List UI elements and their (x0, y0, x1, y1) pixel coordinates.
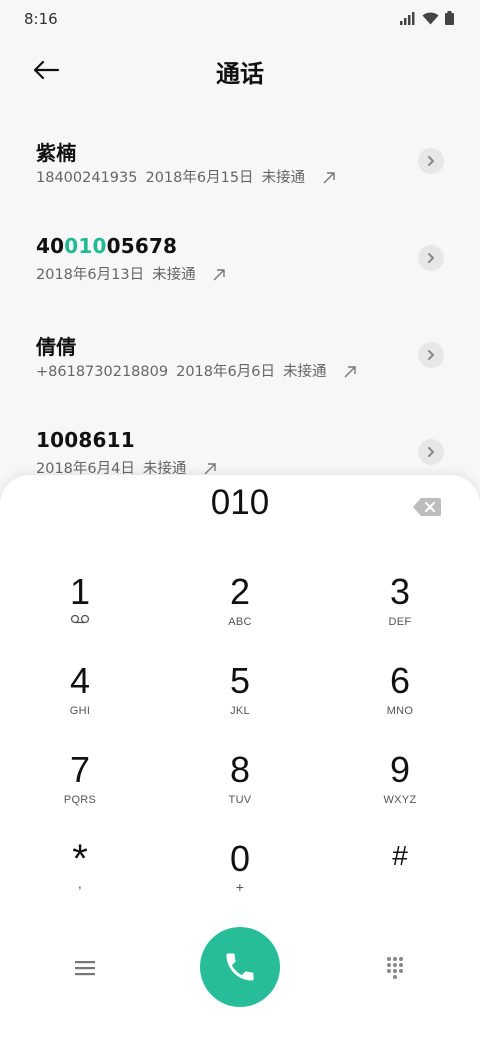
chevron-right-icon (428, 447, 434, 457)
backspace-button[interactable] (412, 496, 442, 518)
key-letters: + (235, 879, 245, 895)
key-letters: TUV (228, 794, 252, 806)
key-star[interactable]: * , (20, 839, 140, 925)
phone-number: +8618730218809 (36, 364, 169, 380)
call-meta: 2018年6月13日 未接通 (36, 263, 226, 284)
key-letters: DEF (388, 616, 412, 628)
key-digit: 8 (229, 749, 251, 790)
header: 通话 (0, 44, 480, 98)
chevron-right-icon (428, 156, 434, 166)
key-letters: WXYZ (383, 794, 417, 806)
key-5[interactable]: 5 JKL (180, 661, 300, 747)
call-status: 未接通 (261, 170, 306, 186)
call-date: 2018年6月15日 (145, 170, 254, 186)
call-detail-button[interactable] (418, 245, 444, 271)
chevron-right-icon (428, 350, 434, 360)
dialed-number-display: 010 (210, 483, 270, 522)
number-match-highlight: 010 (64, 234, 107, 258)
call-list-item[interactable]: 倩倩 +8618730218809 2018年6月6日 未接通 (0, 312, 480, 409)
key-7[interactable]: 7 PQRS (20, 750, 140, 836)
signal-icon (400, 11, 415, 25)
voicemail-icon (70, 614, 90, 624)
page-title: 通话 (216, 60, 264, 88)
call-status: 未接通 (152, 267, 196, 283)
contact-name: 1008611 (36, 428, 135, 452)
key-digit: 7 (69, 749, 91, 790)
key-0[interactable]: 0 + (180, 839, 300, 925)
backspace-icon (413, 498, 441, 516)
key-digit: 3 (389, 571, 411, 612)
chevron-right-icon (428, 253, 434, 263)
key-letters: GHI (69, 705, 91, 717)
key-9[interactable]: 9 WXYZ (340, 750, 460, 836)
contact-name: 4001005678 (36, 234, 177, 258)
contact-name: 紫楠 (36, 141, 77, 165)
key-digit: 6 (389, 660, 411, 701)
call-button[interactable] (200, 927, 280, 1007)
phone-number: 18400241935 (36, 170, 138, 186)
number-prefix: 40 (36, 234, 65, 258)
status-time: 8:16 (24, 10, 58, 28)
key-digit: 1 (69, 571, 91, 612)
call-detail-button[interactable] (418, 342, 444, 368)
key-2[interactable]: 2 ABC (180, 572, 300, 658)
status-icons (400, 11, 454, 25)
call-list-item[interactable]: 紫楠 18400241935 2018年6月15日 未接通 (0, 118, 480, 215)
battery-icon (445, 11, 454, 25)
number-suffix: 05678 (106, 234, 178, 258)
key-digit: * (72, 837, 88, 881)
outgoing-arrow-icon (213, 269, 225, 281)
keypad-icon (387, 957, 403, 979)
phone-icon (226, 953, 254, 981)
dialpad-panel: 010 1 2 ABC 3 DEF 4 GHI 5 JKL 6 MNO 7 PQ… (0, 475, 480, 1040)
call-list: 紫楠 18400241935 2018年6月15日 未接通 4001005678 2… (0, 118, 480, 506)
menu-icon (75, 961, 95, 976)
call-meta: +8618730218809 2018年6月6日 未接通 (36, 360, 357, 381)
key-digit: 5 (229, 660, 251, 701)
dialer-bottom-bar (0, 927, 480, 1007)
key-letters: PQRS (63, 794, 97, 806)
call-detail-button[interactable] (418, 439, 444, 465)
wifi-icon (422, 11, 439, 24)
key-6[interactable]: 6 MNO (340, 661, 460, 747)
contact-name: 倩倩 (36, 335, 77, 359)
key-digit: 2 (229, 571, 251, 612)
key-letters: MNO (386, 705, 414, 717)
outgoing-arrow-icon (204, 463, 216, 475)
menu-button[interactable] (70, 953, 100, 983)
key-letters: , (77, 875, 83, 891)
key-digit: 9 (389, 749, 411, 790)
key-8[interactable]: 8 TUV (180, 750, 300, 836)
call-meta: 18400241935 2018年6月15日 未接通 (36, 166, 336, 187)
key-digit: # (392, 840, 408, 871)
call-list-item[interactable]: 4001005678 2018年6月13日 未接通 (0, 215, 480, 312)
call-date: 2018年6月13日 (36, 267, 145, 283)
call-detail-button[interactable] (418, 148, 444, 174)
key-letters: ABC (228, 616, 252, 628)
key-3[interactable]: 3 DEF (340, 572, 460, 658)
keypad-toggle-button[interactable] (380, 953, 410, 983)
call-date: 2018年6月6日 (176, 364, 275, 380)
status-bar: 8:16 (0, 0, 480, 40)
call-status: 未接通 (282, 364, 327, 380)
key-4[interactable]: 4 GHI (20, 661, 140, 747)
key-hash[interactable]: # (340, 839, 460, 925)
key-letters: JKL (230, 705, 250, 717)
key-1[interactable]: 1 (20, 572, 140, 658)
outgoing-arrow-icon (323, 172, 335, 184)
key-digit: 4 (69, 660, 91, 701)
outgoing-arrow-icon (344, 366, 356, 378)
key-digit: 0 (229, 838, 251, 879)
